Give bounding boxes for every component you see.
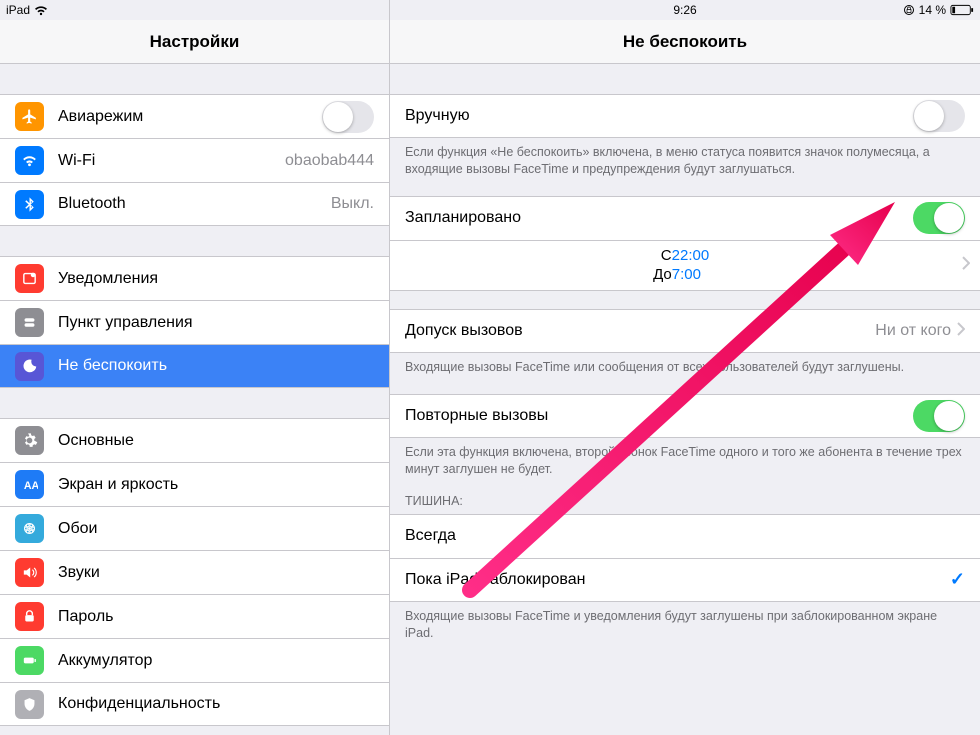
scheduled-toggle[interactable] xyxy=(913,202,965,234)
sounds-label: Звуки xyxy=(58,564,374,582)
bluetooth-icon xyxy=(15,190,44,219)
wallpaper-icon xyxy=(15,514,44,543)
control-center-label: Пункт управления xyxy=(58,314,374,332)
row-battery[interactable]: Аккумулятор xyxy=(0,638,389,682)
repeat-label: Повторные вызовы xyxy=(405,407,913,425)
gear-icon xyxy=(15,426,44,455)
wallpaper-label: Обои xyxy=(58,520,374,538)
airplane-toggle[interactable] xyxy=(322,101,374,133)
settings-title: Настройки xyxy=(150,32,240,52)
battery-percentage: 14 % xyxy=(919,3,946,17)
display-label: Экран и яркость xyxy=(58,476,374,494)
wifi-icon xyxy=(34,5,48,16)
row-wifi[interactable]: Wi-Fi obaobab444 xyxy=(0,138,389,182)
silence-header: ТИШИНА: xyxy=(390,478,980,514)
airplane-label: Авиарежим xyxy=(58,108,322,126)
from-value: 22:00 xyxy=(672,247,710,266)
row-wallpaper[interactable]: Обои xyxy=(0,506,389,550)
battery-label: Аккумулятор xyxy=(58,652,374,670)
from-label: С xyxy=(661,247,672,266)
chevron-right-icon xyxy=(962,256,970,276)
battery-icon xyxy=(15,646,44,675)
repeat-note: Если эта функция включена, второй звонок… xyxy=(390,438,980,478)
row-display[interactable]: AA Экран и яркость xyxy=(0,462,389,506)
bluetooth-value: Выкл. xyxy=(331,195,374,213)
notifications-icon xyxy=(15,264,44,293)
always-label: Всегда xyxy=(405,527,965,545)
allow-note: Входящие вызовы FaceTime или сообщения о… xyxy=(390,353,980,376)
row-schedule-times[interactable]: С 22:00 До 7:00 xyxy=(390,240,980,292)
check-icon: ✓ xyxy=(950,569,965,590)
allow-label: Допуск вызовов xyxy=(405,322,875,340)
to-label: До xyxy=(653,266,672,285)
orientation-lock-icon xyxy=(903,4,915,16)
chevron-right-icon xyxy=(957,322,965,341)
battery-status-icon xyxy=(950,4,974,16)
detail-title: Не беспокоить xyxy=(623,32,747,52)
row-general[interactable]: Основные xyxy=(0,418,389,462)
group-general: Основные AA Экран и яркость Обои xyxy=(0,418,389,726)
group-connectivity: Авиарежим Wi-Fi obaobab444 Bluetooth Вык… xyxy=(0,94,389,226)
svg-text:AA: AA xyxy=(24,480,38,492)
group-notifications: Уведомления Пункт управления Не беспокои… xyxy=(0,256,389,388)
privacy-label: Конфиденциальность xyxy=(58,695,374,713)
locked-label: Пока iPad заблокирован xyxy=(405,571,950,589)
status-bar-right: 9:26 14 % xyxy=(390,0,980,20)
notifications-label: Уведомления xyxy=(58,270,374,288)
device-label: iPad xyxy=(6,3,30,17)
row-notifications[interactable]: Уведомления xyxy=(0,256,389,300)
control-center-icon xyxy=(15,308,44,337)
sounds-icon xyxy=(15,558,44,587)
row-scheduled[interactable]: Запланировано xyxy=(390,196,980,240)
row-passcode[interactable]: Пароль xyxy=(0,594,389,638)
wifi-value: obaobab444 xyxy=(285,152,374,170)
lock-icon xyxy=(15,602,44,631)
silence-note: Входящие вызовы FaceTime и уведомления б… xyxy=(390,602,980,642)
wifi-label: Wi-Fi xyxy=(58,152,285,170)
repeat-toggle[interactable] xyxy=(913,400,965,432)
row-manual[interactable]: Вручную xyxy=(390,94,980,138)
status-bar-left: iPad xyxy=(0,0,389,20)
manual-note: Если функция «Не беспокоить» включена, в… xyxy=(390,138,980,178)
scheduled-label: Запланировано xyxy=(405,209,913,227)
general-label: Основные xyxy=(58,432,374,450)
to-value: 7:00 xyxy=(672,266,701,285)
display-icon: AA xyxy=(15,470,44,499)
row-silence-locked[interactable]: Пока iPad заблокирован ✓ xyxy=(390,558,980,602)
dnd-label: Не беспокоить xyxy=(58,357,374,375)
clock: 9:26 xyxy=(673,3,696,17)
row-bluetooth[interactable]: Bluetooth Выкл. xyxy=(0,182,389,226)
row-dnd[interactable]: Не беспокоить xyxy=(0,344,389,388)
row-allow-calls[interactable]: Допуск вызовов Ни от кого xyxy=(390,309,980,353)
privacy-icon xyxy=(15,690,44,719)
wifi-settings-icon xyxy=(15,146,44,175)
row-sounds[interactable]: Звуки xyxy=(0,550,389,594)
row-silence-always[interactable]: Всегда xyxy=(390,514,980,558)
row-control-center[interactable]: Пункт управления xyxy=(0,300,389,344)
row-repeat-calls[interactable]: Повторные вызовы xyxy=(390,394,980,438)
dnd-icon xyxy=(15,352,44,381)
passcode-label: Пароль xyxy=(58,608,374,626)
allow-value: Ни от кого xyxy=(875,322,951,340)
manual-toggle[interactable] xyxy=(913,100,965,132)
bluetooth-label: Bluetooth xyxy=(58,195,331,213)
row-privacy[interactable]: Конфиденциальность xyxy=(0,682,389,726)
row-airplane[interactable]: Авиарежим xyxy=(0,94,389,138)
manual-label: Вручную xyxy=(405,107,913,125)
airplane-icon xyxy=(15,102,44,131)
right-header: Не беспокоить xyxy=(390,20,980,64)
left-header: Настройки xyxy=(0,20,389,64)
